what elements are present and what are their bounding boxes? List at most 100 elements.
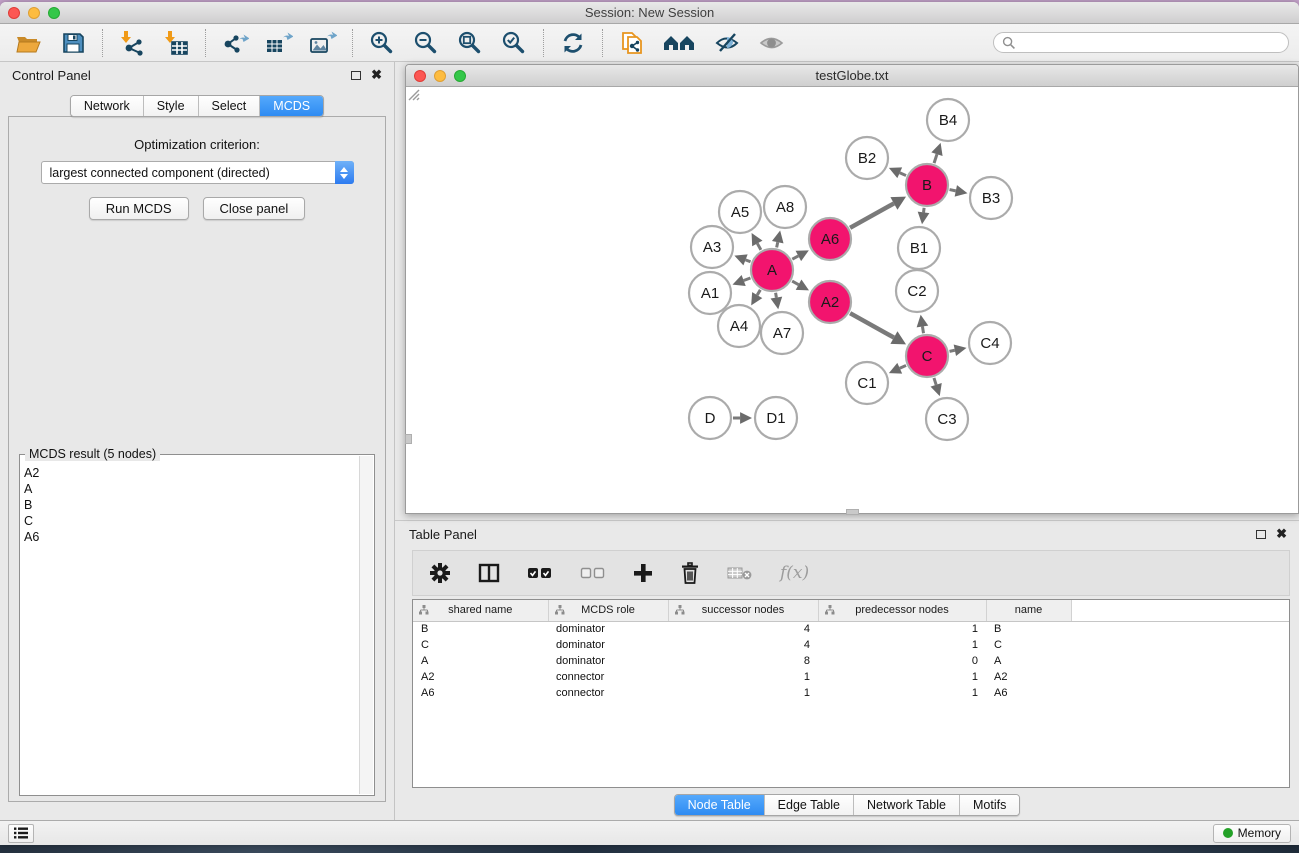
graph-node-B3[interactable]: B3 — [970, 177, 1012, 219]
export-network-icon[interactable] — [220, 28, 250, 58]
graph-edge-A-A5[interactable] — [757, 243, 761, 249]
memory-button[interactable]: Memory — [1213, 824, 1291, 843]
column-header-MCDS-role[interactable]: MCDS role — [548, 600, 668, 621]
table-cell[interactable]: A2 — [986, 669, 1071, 685]
table-cell[interactable]: C — [986, 637, 1071, 653]
refresh-layout-icon[interactable] — [558, 28, 588, 58]
graph-edge-C-C2[interactable] — [922, 326, 923, 333]
graph-edge-A-A3[interactable] — [746, 260, 751, 262]
graph-edge-B-B4[interactable] — [934, 154, 937, 163]
tab-node-table[interactable]: Node Table — [675, 795, 764, 815]
column-visibility-icon[interactable] — [478, 563, 500, 583]
zoom-window-button[interactable] — [48, 7, 60, 19]
hide-selected-icon[interactable] — [713, 28, 743, 58]
network-close-button[interactable] — [414, 70, 426, 82]
tab-edge-table[interactable]: Edge Table — [764, 795, 853, 815]
graph-node-A1[interactable]: A1 — [689, 272, 731, 314]
tab-mcds[interactable]: MCDS — [259, 96, 323, 116]
import-table-icon[interactable] — [161, 28, 191, 58]
table-cell[interactable]: 1 — [668, 685, 818, 701]
search-text-field[interactable] — [1016, 36, 1280, 50]
export-image-icon[interactable] — [308, 28, 338, 58]
table-row[interactable]: A6connector11A6 — [413, 685, 1289, 701]
graph-edge-B-B3[interactable] — [950, 190, 956, 191]
network-canvas[interactable]: B4B2BB3A8A5A6A3B1AC2A1A2A4A7C4CC1C3DD1 — [406, 87, 1298, 513]
table-cell[interactable]: A6 — [413, 685, 548, 701]
float-panel-icon[interactable] — [351, 71, 361, 80]
graph-node-B1[interactable]: B1 — [898, 227, 940, 269]
graph-edge-C-C4[interactable] — [950, 350, 955, 351]
table-cell[interactable]: A — [986, 653, 1071, 669]
table-cell[interactable]: connector — [548, 685, 668, 701]
zoom-out-icon[interactable] — [411, 28, 441, 58]
graph-node-A8[interactable]: A8 — [764, 186, 806, 228]
table-cell[interactable]: 1 — [818, 669, 986, 685]
table-cell[interactable]: A2 — [413, 669, 548, 685]
table-cell[interactable]: dominator — [548, 621, 668, 637]
graph-node-C[interactable]: C — [906, 335, 948, 377]
column-header-name[interactable]: name — [986, 600, 1071, 621]
table-cell[interactable]: C — [413, 637, 548, 653]
show-all-icon[interactable] — [757, 28, 787, 58]
mcds-result-item[interactable]: A — [24, 481, 359, 497]
table-cell[interactable]: A6 — [986, 685, 1071, 701]
table-cell[interactable]: B — [413, 621, 548, 637]
export-table-icon[interactable] — [264, 28, 294, 58]
graph-node-C3[interactable]: C3 — [926, 398, 968, 440]
graph-node-B2[interactable]: B2 — [846, 137, 888, 179]
close-window-button[interactable] — [8, 7, 20, 19]
graph-node-A[interactable]: A — [751, 249, 793, 291]
graph-node-B[interactable]: B — [906, 164, 948, 206]
table-cell[interactable]: 1 — [818, 621, 986, 637]
graph-node-A2[interactable]: A2 — [809, 281, 851, 323]
tab-network-table[interactable]: Network Table — [853, 795, 959, 815]
graph-edge-A-A8[interactable] — [777, 242, 778, 247]
delete-column-icon[interactable] — [680, 562, 700, 584]
zoom-in-icon[interactable] — [367, 28, 397, 58]
table-cell[interactable]: connector — [548, 669, 668, 685]
float-panel-icon[interactable] — [1256, 530, 1266, 539]
show-panels-menu-button[interactable] — [8, 824, 34, 843]
splitter-handle[interactable] — [405, 434, 412, 444]
graph-edge-A-A7[interactable] — [776, 293, 777, 298]
column-header-shared-name[interactable]: shared name — [413, 600, 548, 621]
graph-edge-A-A1[interactable] — [744, 278, 751, 281]
graph-node-B4[interactable]: B4 — [927, 99, 969, 141]
mcds-result-item[interactable]: A2 — [24, 465, 359, 481]
graph-node-D[interactable]: D — [689, 397, 731, 439]
resize-grip-icon[interactable] — [406, 87, 420, 101]
save-session-icon[interactable] — [58, 28, 88, 58]
graph-node-D1[interactable]: D1 — [755, 397, 797, 439]
close-panel-button[interactable]: Close panel — [203, 197, 306, 220]
graph-node-C4[interactable]: C4 — [969, 322, 1011, 364]
table-cell[interactable]: B — [986, 621, 1071, 637]
table-cell[interactable]: 0 — [818, 653, 986, 669]
graph-edge-C-C3[interactable] — [934, 378, 936, 385]
graph-edge-A-A4[interactable] — [757, 290, 760, 295]
mcds-result-item[interactable]: A6 — [24, 529, 359, 545]
table-cell[interactable]: 1 — [818, 685, 986, 701]
tab-select[interactable]: Select — [198, 96, 260, 116]
graph-node-A5[interactable]: A5 — [719, 191, 761, 233]
open-session-icon[interactable] — [14, 28, 44, 58]
graph-edge-C-C1[interactable] — [900, 365, 906, 368]
column-header-predecessor-nodes[interactable]: predecessor nodes — [818, 600, 986, 621]
search-input[interactable] — [993, 32, 1289, 53]
table-row[interactable]: Cdominator41C — [413, 637, 1289, 653]
graph-node-C1[interactable]: C1 — [846, 362, 888, 404]
mcds-result-item[interactable]: C — [24, 513, 359, 529]
splitter-handle[interactable] — [846, 509, 859, 515]
import-network-icon[interactable] — [117, 28, 147, 58]
graph-edge-A6-B[interactable] — [850, 203, 894, 227]
close-panel-icon[interactable]: ✖ — [371, 70, 382, 80]
deselect-all-icon[interactable] — [580, 566, 606, 580]
tab-motifs[interactable]: Motifs — [959, 795, 1019, 815]
close-panel-icon[interactable]: ✖ — [1276, 529, 1287, 539]
column-header-successor-nodes[interactable]: successor nodes — [668, 600, 818, 621]
table-row[interactable]: Adominator80A — [413, 653, 1289, 669]
graph-edge-A-A6[interactable] — [792, 256, 798, 259]
tab-style[interactable]: Style — [143, 96, 198, 116]
table-cell[interactable]: 4 — [668, 637, 818, 653]
graph-edge-A2-C[interactable] — [850, 313, 894, 337]
graph-node-C2[interactable]: C2 — [896, 270, 938, 312]
